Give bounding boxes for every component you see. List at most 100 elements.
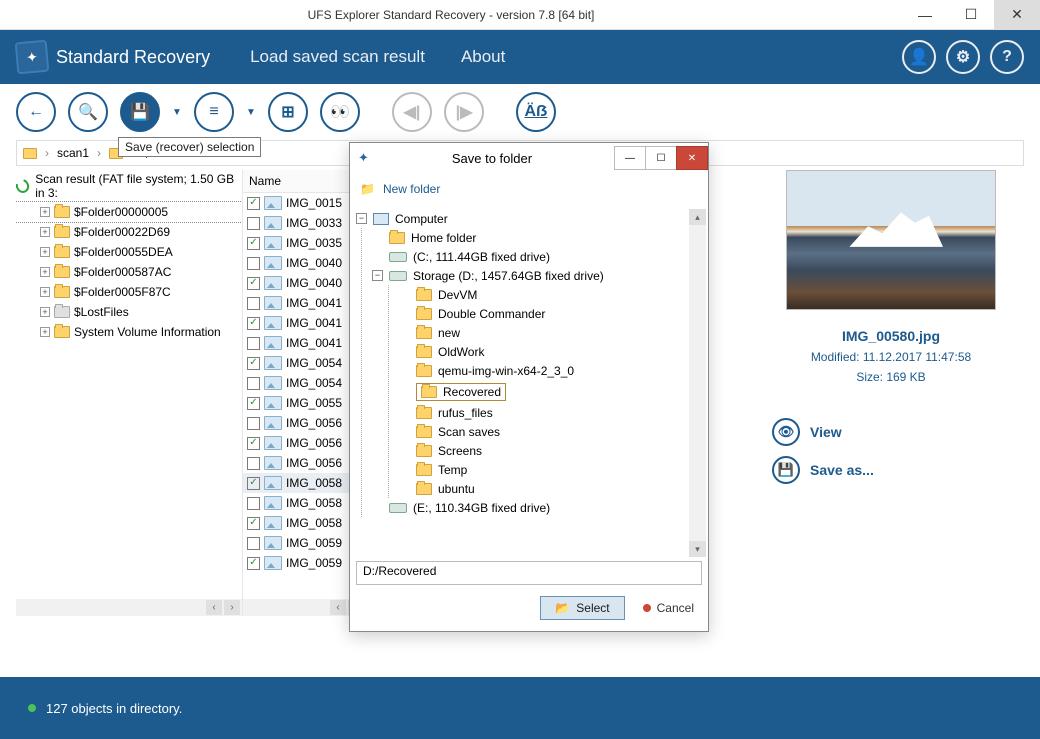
list-item[interactable]: IMG_0041 — [243, 333, 366, 353]
checkbox[interactable] — [247, 217, 260, 230]
dialog-select-button[interactable]: 📂 Select — [540, 596, 624, 620]
list-item[interactable]: ✓IMG_0041 — [243, 313, 366, 333]
tree-node-folder[interactable]: rufus_files — [399, 403, 702, 422]
settings-button[interactable]: ⚙ — [946, 40, 980, 74]
expand-icon[interactable]: + — [40, 267, 50, 277]
prev-button[interactable]: ◀| — [392, 92, 432, 132]
dialog-close-button[interactable]: ✕ — [676, 146, 708, 170]
checkbox[interactable] — [247, 297, 260, 310]
expand-icon[interactable]: + — [40, 247, 50, 257]
checkbox[interactable]: ✓ — [247, 397, 260, 410]
collapse-icon[interactable]: − — [372, 270, 383, 281]
tree-node-drive-c[interactable]: (C:, 111.44GB fixed drive) — [372, 247, 702, 266]
checkbox[interactable]: ✓ — [247, 357, 260, 370]
dialog-cancel-button[interactable]: Cancel — [643, 601, 694, 615]
tree-h-scrollbar[interactable]: ‹› — [16, 599, 242, 616]
tree-item[interactable]: +$Folder00000005 — [16, 202, 242, 222]
expand-icon[interactable]: + — [40, 287, 50, 297]
expand-icon[interactable]: + — [40, 207, 50, 217]
expand-icon[interactable]: + — [40, 307, 50, 317]
preview-view-button[interactable]: 👁 View — [772, 418, 1014, 446]
list-item[interactable]: ✓IMG_0054 — [243, 353, 366, 373]
breadcrumb-item[interactable]: scan1 — [57, 146, 89, 160]
checkbox[interactable]: ✓ — [247, 317, 260, 330]
tree-item[interactable]: +$Folder00022D69 — [16, 222, 242, 242]
list-item[interactable]: ✓IMG_0055 — [243, 393, 366, 413]
checkbox[interactable] — [247, 417, 260, 430]
tree-node-folder[interactable]: Screens — [399, 441, 702, 460]
scroll-down-icon[interactable]: ▾ — [689, 541, 706, 557]
tree-node-folder[interactable]: ubuntu — [399, 479, 702, 498]
tree-item[interactable]: +$Folder00055DEA — [16, 242, 242, 262]
tree-node-folder[interactable]: qemu-img-win-x64-2_3_0 — [399, 361, 702, 380]
tree-node-folder[interactable]: Temp — [399, 460, 702, 479]
dialog-title-bar[interactable]: ✦ Save to folder — ☐ ✕ — [350, 143, 708, 173]
tree-node-folder[interactable]: Scan saves — [399, 422, 702, 441]
tree-node-folder[interactable]: Recovered — [399, 380, 702, 403]
expand-icon[interactable]: + — [40, 227, 50, 237]
checkbox[interactable] — [247, 337, 260, 350]
preview-saveas-button[interactable]: 💾 Save as... — [772, 456, 1014, 484]
help-button[interactable]: ? — [990, 40, 1024, 74]
list-item[interactable]: IMG_0033 — [243, 213, 366, 233]
save-dropdown[interactable]: ▼ — [172, 107, 182, 118]
checkbox[interactable]: ✓ — [247, 477, 260, 490]
tree-node-drive-e[interactable]: (E:, 110.34GB fixed drive) — [372, 498, 702, 517]
checkbox[interactable] — [247, 257, 260, 270]
tree-node-home[interactable]: Home folder — [372, 228, 702, 247]
tree-item[interactable]: +$Folder000587AC — [16, 262, 242, 282]
find-button[interactable]: 👀 — [320, 92, 360, 132]
expand-icon[interactable]: + — [40, 327, 50, 337]
list-header-name[interactable]: Name — [243, 170, 366, 193]
list-item[interactable]: ✓IMG_0040 — [243, 273, 366, 293]
search-button[interactable]: 🔍 — [68, 92, 108, 132]
tree-item[interactable]: +System Volume Information — [16, 322, 242, 342]
list-item[interactable]: ✓IMG_0015 — [243, 193, 366, 213]
list-item[interactable]: IMG_0059 — [243, 533, 366, 553]
list-item[interactable]: ✓IMG_0035 — [243, 233, 366, 253]
checkbox[interactable]: ✓ — [247, 437, 260, 450]
window-close-button[interactable]: ✕ — [994, 0, 1040, 30]
list-item[interactable]: IMG_0041 — [243, 293, 366, 313]
user-button[interactable]: 👤 — [902, 40, 936, 74]
list-item[interactable]: IMG_0054 — [243, 373, 366, 393]
checkbox[interactable]: ✓ — [247, 277, 260, 290]
checkbox[interactable]: ✓ — [247, 197, 260, 210]
checkbox[interactable] — [247, 497, 260, 510]
tree-item[interactable]: +$Folder0005F87C — [16, 282, 242, 302]
list-options-button[interactable]: ≡ — [194, 92, 234, 132]
checkbox[interactable] — [247, 537, 260, 550]
menu-about[interactable]: About — [461, 47, 505, 67]
tree-item[interactable]: +$LostFiles — [16, 302, 242, 322]
list-h-scrollbar[interactable]: ‹› — [243, 599, 366, 616]
minimize-button[interactable]: — — [902, 0, 948, 30]
save-recover-button[interactable]: 💾 — [120, 92, 160, 132]
list-item[interactable]: IMG_0056 — [243, 453, 366, 473]
tree-node-folder[interactable]: new — [399, 323, 702, 342]
checkbox[interactable] — [247, 377, 260, 390]
dialog-path-input[interactable]: D:/Recovered — [356, 561, 702, 585]
tree-node-folder[interactable]: Double Commander — [399, 304, 702, 323]
tree-node-folder[interactable]: OldWork — [399, 342, 702, 361]
dialog-maximize-button[interactable]: ☐ — [645, 146, 677, 170]
list-item[interactable]: ✓IMG_0058 — [243, 473, 366, 493]
scan-result-header[interactable]: Scan result (FAT file system; 1.50 GB in… — [16, 170, 242, 202]
list-item[interactable]: ✓IMG_0058 — [243, 513, 366, 533]
scroll-up-icon[interactable]: ▴ — [689, 209, 706, 225]
checkbox[interactable]: ✓ — [247, 517, 260, 530]
tree-node-drive-d[interactable]: − Storage (D:, 1457.64GB fixed drive) — [372, 266, 702, 285]
list-dropdown[interactable]: ▼ — [246, 107, 256, 118]
collapse-icon[interactable]: − — [356, 213, 367, 224]
list-item[interactable]: ✓IMG_0059 — [243, 553, 366, 573]
next-button[interactable]: |▶ — [444, 92, 484, 132]
dialog-minimize-button[interactable]: — — [614, 146, 646, 170]
case-button[interactable]: Äẞ — [516, 92, 556, 132]
menu-load-scan-result[interactable]: Load saved scan result — [250, 47, 425, 67]
list-item[interactable]: IMG_0056 — [243, 413, 366, 433]
checkbox[interactable] — [247, 457, 260, 470]
list-item[interactable]: IMG_0040 — [243, 253, 366, 273]
new-folder-button[interactable]: New folder — [383, 182, 440, 196]
checkbox[interactable]: ✓ — [247, 557, 260, 570]
maximize-button[interactable]: ☐ — [948, 0, 994, 30]
back-button[interactable]: ← — [16, 92, 56, 132]
